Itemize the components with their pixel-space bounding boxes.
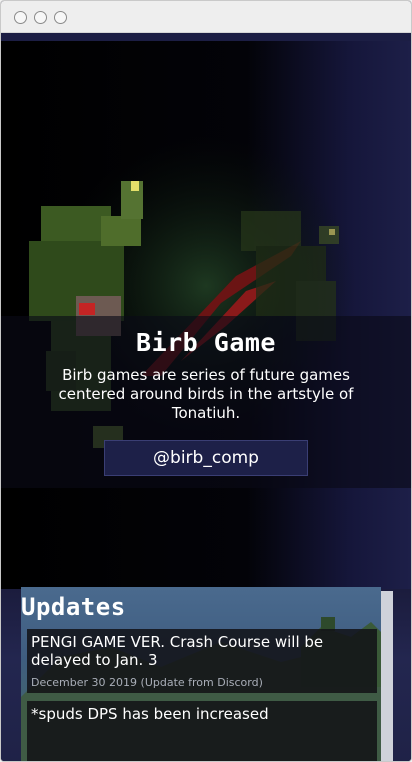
update-headline: PENGI GAME VER. Crash Course will be del… xyxy=(31,633,324,669)
window-circle-icon[interactable] xyxy=(14,11,27,24)
hero-info-band: Birb Game Birb games are series of futur… xyxy=(1,316,411,488)
window-titlebar xyxy=(1,1,411,33)
window-circle-icon[interactable] xyxy=(34,11,47,24)
hero-section: Birb Game Birb games are series of futur… xyxy=(1,41,411,621)
updates-heading: Updates xyxy=(21,593,126,621)
updates-scroll-edge[interactable] xyxy=(381,591,393,761)
update-meta: December 30 2019 (Update from Discord) xyxy=(31,676,263,689)
hero-title: Birb Game xyxy=(136,328,276,357)
hero-description: Birb games are series of future games ce… xyxy=(58,366,354,422)
social-handle-button[interactable]: @birb_comp xyxy=(104,440,308,476)
update-headline: *spuds DPS has been increased xyxy=(31,705,269,723)
update-item[interactable]: PENGI GAME VER. Crash Course will be del… xyxy=(27,629,377,693)
updates-panel: Updates PENGI GAME VER. Crash Course wil… xyxy=(21,587,381,761)
browser-window: Birb Game Birb games are series of futur… xyxy=(0,0,412,762)
update-item[interactable]: *spuds DPS has been increased xyxy=(27,701,377,761)
window-circle-icon[interactable] xyxy=(54,11,67,24)
